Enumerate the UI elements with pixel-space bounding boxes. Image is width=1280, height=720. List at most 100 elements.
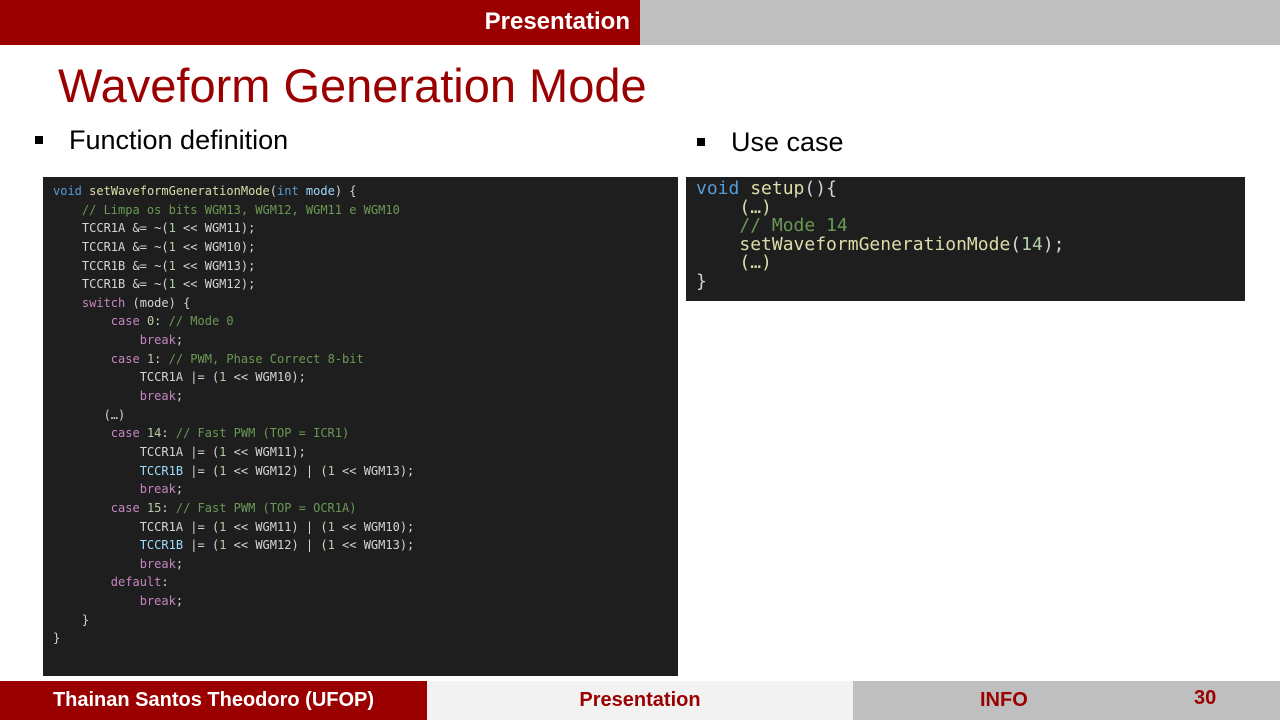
code-token: 1 bbox=[327, 463, 335, 478]
code-token: TCCR1B bbox=[139, 538, 184, 553]
code-token: switch bbox=[81, 295, 126, 310]
header-gray-bar bbox=[640, 0, 1280, 45]
code-token: 15 bbox=[146, 500, 162, 515]
code-line: (…) bbox=[696, 254, 1235, 273]
code-token: TCCR1A &= ~( bbox=[53, 221, 169, 236]
code-token: : bbox=[161, 426, 176, 441]
page-number: 30 bbox=[1194, 687, 1217, 709]
code-token: ( bbox=[269, 184, 277, 198]
code-token: 1 bbox=[168, 258, 176, 273]
code-token: : bbox=[161, 500, 176, 515]
bullet-function-definition: Function definition bbox=[35, 124, 288, 156]
code-token: (mode) { bbox=[125, 295, 191, 310]
code-line: case 1: // PWM, Phase Correct 8-bit bbox=[53, 350, 668, 369]
code-token: setWaveformGenerationMode bbox=[739, 233, 1011, 255]
code-line: switch (mode) { bbox=[53, 294, 668, 313]
function-definition-code-block: void setWaveformGenerationMode(int mode)… bbox=[43, 177, 678, 676]
bullet-label: Function definition bbox=[69, 125, 289, 155]
code-token: : bbox=[154, 314, 169, 329]
code-line: TCCR1A &= ~(1 << WGM10); bbox=[53, 238, 668, 257]
code-line: case 14: // Fast PWM (TOP = ICR1) bbox=[53, 424, 668, 443]
code-token: : bbox=[154, 351, 169, 366]
code-token: 1 bbox=[168, 239, 176, 254]
square-bullet-icon bbox=[35, 135, 43, 144]
code-line: (…) bbox=[53, 406, 668, 425]
footer-author-label: Thainan Santos Theodoro (UFOP) bbox=[52, 689, 375, 711]
code-token: ; bbox=[175, 556, 184, 571]
code-token: << WGM12) | ( bbox=[226, 463, 328, 478]
code-line: TCCR1B |= (1 << WGM12) | (1 << WGM13); bbox=[53, 536, 668, 555]
code-line: TCCR1A |= (1 << WGM11); bbox=[53, 443, 668, 462]
code-line: break; bbox=[53, 592, 668, 611]
code-token: break bbox=[139, 389, 176, 404]
code-token: } bbox=[53, 612, 90, 627]
code-line: TCCR1B |= (1 << WGM12) | (1 << WGM13); bbox=[53, 462, 668, 481]
code-line: break; bbox=[53, 555, 668, 574]
code-token: TCCR1A |= ( bbox=[53, 444, 220, 459]
code-token: break bbox=[139, 594, 176, 609]
code-token: case bbox=[110, 500, 140, 515]
code-token: (…) bbox=[739, 252, 772, 274]
code-token: // PWM, Phase Correct 8-bit bbox=[168, 351, 364, 366]
code-token: << WGM13); bbox=[175, 258, 256, 273]
code-token: case bbox=[110, 426, 140, 441]
code-token: break bbox=[139, 333, 176, 348]
code-token: } bbox=[53, 631, 61, 646]
code-token: ; bbox=[175, 594, 184, 609]
code-token: << WGM11); bbox=[226, 444, 306, 459]
code-token: |= ( bbox=[183, 463, 220, 478]
code-line: case 15: // Fast PWM (TOP = OCR1A) bbox=[53, 499, 668, 518]
code-token: TCCR1B &= ~( bbox=[53, 258, 169, 273]
code-line: } bbox=[53, 611, 668, 630]
footer-author: Thainan Santos Theodoro (UFOP) bbox=[0, 681, 427, 720]
code-token: << WGM10); bbox=[226, 370, 306, 385]
code-line: TCCR1B &= ~(1 << WGM13); bbox=[53, 257, 668, 276]
code-token: case bbox=[110, 314, 140, 329]
header-section-bar: Presentation bbox=[0, 0, 640, 45]
code-line: // Limpa os bits WGM13, WGM12, WGM11 e W… bbox=[53, 201, 668, 220]
code-token: 1 bbox=[327, 519, 335, 534]
code-token: 1 bbox=[327, 538, 335, 553]
code-token: ); bbox=[1042, 233, 1065, 255]
code-token: << WGM12); bbox=[175, 277, 256, 292]
code-token: 1 bbox=[168, 277, 176, 292]
code-token: void bbox=[53, 184, 82, 198]
code-line: default: bbox=[53, 573, 668, 592]
code-token: TCCR1B &= ~( bbox=[53, 277, 169, 292]
code-token: break bbox=[139, 556, 176, 571]
bullet-use-case: Use case bbox=[697, 126, 844, 158]
code-line: } bbox=[696, 272, 1235, 292]
code-token: int bbox=[277, 184, 299, 198]
code-token: << WGM11) | ( bbox=[226, 519, 328, 534]
footer-center-label: Presentation bbox=[579, 689, 701, 711]
code-token: // Limpa os bits WGM13, WGM12, WGM11 e W… bbox=[81, 202, 400, 217]
code-token: 14 bbox=[1021, 233, 1043, 255]
bullet-label: Use case bbox=[731, 127, 844, 157]
code-token: 1 bbox=[168, 221, 176, 236]
code-token: mode bbox=[305, 184, 335, 198]
code-token: << WGM13); bbox=[334, 463, 415, 478]
code-token: << WGM10); bbox=[334, 519, 415, 534]
slide-title: Waveform Generation Mode bbox=[58, 59, 647, 112]
code-token: default bbox=[110, 575, 162, 590]
code-line: setWaveformGenerationMode(14); bbox=[696, 233, 1235, 255]
footer-info-label: INFO bbox=[980, 689, 1028, 711]
code-token: 14 bbox=[146, 426, 162, 441]
code-token: ; bbox=[175, 389, 184, 404]
code-token: TCCR1A |= ( bbox=[53, 519, 220, 534]
code-line: case 0: // Mode 0 bbox=[53, 312, 668, 331]
